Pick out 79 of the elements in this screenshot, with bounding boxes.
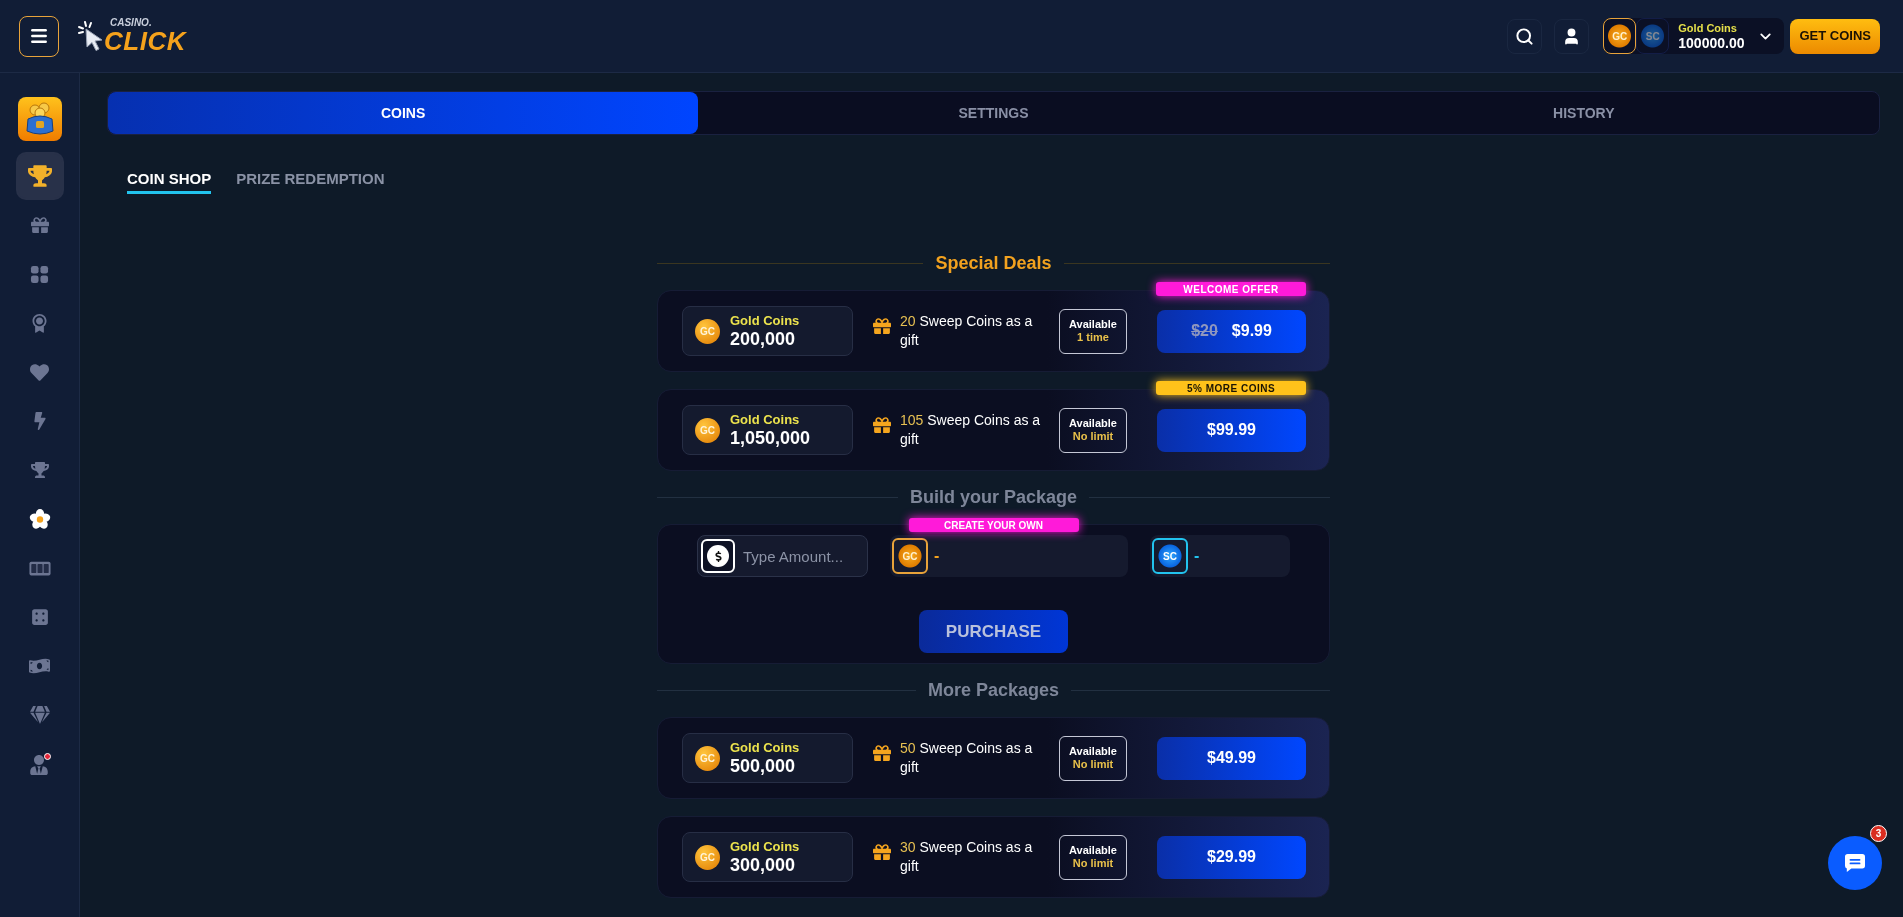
trophy-icon — [30, 461, 49, 479]
lightning-icon — [31, 412, 48, 430]
coin-amount: 500,000 — [730, 757, 797, 775]
chat-button[interactable] — [1828, 836, 1882, 890]
gc-coin: GC — [695, 417, 720, 443]
menu-button[interactable] — [19, 15, 59, 57]
gift-text: 20 Sweep Coins as a gift — [900, 312, 1034, 350]
agent-icon — [28, 753, 51, 775]
logo-wordmark: CLICK — [104, 28, 186, 54]
tab[interactable]: COINS — [108, 92, 699, 134]
availability-value: No limit — [1072, 759, 1114, 770]
availability-label: Available — [1069, 319, 1117, 330]
availability-label: Available — [1069, 746, 1117, 757]
section-title: Build your Package — [909, 485, 1078, 509]
logo-tagline: CASINO. — [110, 18, 153, 28]
coin-label: Gold Coins — [730, 314, 800, 327]
heart-icon — [30, 362, 49, 382]
coin-bag-icon — [17, 97, 62, 141]
availability-value: No limit — [1072, 858, 1114, 869]
gift-icon — [873, 317, 891, 335]
coin-output-value: - — [934, 546, 940, 566]
gift-text: 50 Sweep Coins as a gift — [900, 739, 1034, 777]
coin-label: Gold Coins — [730, 840, 800, 853]
section-title: More Packages — [927, 678, 1060, 702]
coin-label: Gold Coins — [730, 413, 801, 426]
gift-icon — [873, 416, 891, 434]
subtab[interactable]: COIN SHOP — [127, 170, 212, 194]
gift-icon — [873, 843, 891, 861]
coin-label: Gold Coins — [730, 741, 800, 754]
profile-button[interactable] — [1554, 18, 1590, 54]
availability-value: 1 time — [1077, 332, 1109, 343]
tab[interactable]: SETTINGS — [698, 92, 1289, 134]
chat-icon — [1844, 853, 1866, 873]
balance-amount: 100000.00 — [1678, 35, 1745, 50]
section-title: Special Deals — [935, 251, 1052, 275]
dollar-icon — [701, 539, 735, 573]
slot-machine-icon — [28, 560, 51, 576]
grid-icon — [30, 264, 49, 284]
coin-output-value: - — [1194, 546, 1200, 566]
price-button[interactable]: $29.99 — [1157, 835, 1306, 879]
coin-amount: 1,050,000 — [730, 429, 811, 447]
search-button[interactable] — [1507, 18, 1543, 54]
trophy-icon — [27, 164, 52, 188]
cursor-icon — [78, 20, 103, 52]
balance-label: Gold Coins — [1678, 22, 1738, 34]
coin-amount: 200,000 — [730, 330, 797, 348]
gift-icon — [873, 744, 891, 762]
sidebar-item[interactable] — [17, 97, 62, 141]
search-icon — [1515, 26, 1535, 46]
diamond-icon — [29, 706, 50, 724]
gc-coin: GC — [695, 318, 720, 344]
banknote-icon — [29, 657, 50, 675]
old-price: $20 — [1191, 321, 1218, 341]
purchase-button[interactable]: PURCHASE — [919, 610, 1068, 653]
sidebar-item[interactable] — [17, 154, 62, 198]
flower-icon — [28, 508, 51, 530]
get-coins-button[interactable]: GET COINS — [1790, 18, 1880, 54]
price-button[interactable]: $99.99 — [1157, 408, 1306, 452]
availability-value: No limit — [1072, 431, 1114, 442]
coin-tile: GC — [892, 538, 928, 574]
subtab[interactable]: PRIZE REDEMPTION — [236, 170, 385, 194]
gift-text: 105 Sweep Coins as a gift — [900, 411, 1042, 449]
unread-count: 3 — [1870, 825, 1887, 842]
gift-icon — [30, 216, 49, 234]
coin-amount: 300,000 — [730, 856, 797, 874]
price-button[interactable]: $20 $9.99 — [1157, 309, 1306, 353]
availability-label: Available — [1069, 845, 1117, 856]
availability-label: Available — [1069, 418, 1117, 429]
dice-icon — [30, 608, 49, 626]
create-badge: CREATE YOUR OWN — [908, 518, 1079, 532]
offer-badge: WELCOME OFFER — [1156, 282, 1306, 296]
gc-coin: GC — [695, 745, 720, 771]
coin-tile: SC — [1152, 538, 1188, 574]
gift-text: 30 Sweep Coins as a gift — [900, 838, 1034, 876]
tab[interactable]: HISTORY — [1288, 92, 1879, 134]
offer-badge: 5% MORE COINS — [1156, 381, 1306, 395]
price-button[interactable]: $49.99 — [1157, 736, 1306, 780]
menu-icon — [29, 26, 49, 46]
gc-coin: GC — [695, 844, 720, 870]
